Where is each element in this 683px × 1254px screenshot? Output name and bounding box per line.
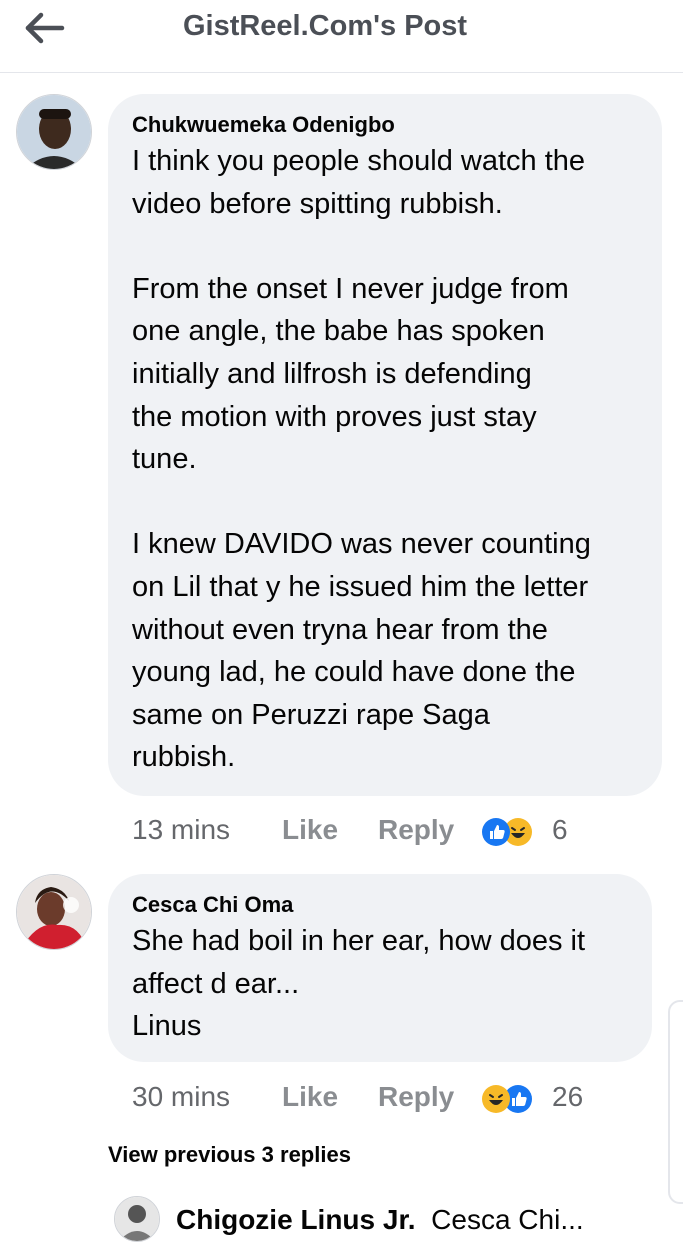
comment-actions: 30 mins Like Reply 26	[132, 1081, 652, 1121]
comment-bubble: Cesca Chi Oma She had boil in her ear, h…	[108, 874, 652, 1062]
comment-text: I think you people should watch the vide…	[132, 145, 591, 774]
like-reaction-icon[interactable]	[482, 818, 510, 846]
like-button[interactable]: Like	[282, 1081, 338, 1113]
comment-timestamp: 13 mins	[132, 814, 231, 845]
reply-author[interactable]: Chigozie Linus Jr.	[176, 1204, 416, 1235]
haha-reaction-icon[interactable]	[482, 1085, 510, 1113]
comment-author[interactable]: Cesca Chi Oma	[132, 892, 652, 918]
post-header: GistReel.Com's Post	[0, 0, 683, 73]
reply-preview[interactable]: Chigozie Linus Jr. Cesca Chi...	[176, 1204, 584, 1236]
comment-timestamp: 30 mins	[132, 1081, 231, 1112]
overlay-card-edge	[668, 1000, 683, 1204]
reaction-count[interactable]: 6	[552, 814, 568, 846]
page-title: GistReel.Com's Post	[182, 10, 468, 42]
avatar[interactable]	[16, 874, 92, 950]
comment-author[interactable]: Chukwuemeka Odenigbo	[132, 112, 662, 138]
comment-bubble: Chukwuemeka Odenigbo I think you people …	[108, 94, 662, 796]
view-previous-replies-link[interactable]: View previous 3 replies	[108, 1142, 351, 1168]
reply-snippet: Cesca Chi...	[431, 1204, 584, 1235]
reaction-count[interactable]: 26	[552, 1081, 583, 1113]
avatar[interactable]	[114, 1196, 160, 1242]
comment-actions: 13 mins Like Reply 6	[132, 814, 652, 854]
reply-button[interactable]: Reply	[378, 814, 454, 846]
avatar[interactable]	[16, 94, 92, 170]
comment-text: She had boil in her ear, how does it aff…	[132, 925, 586, 1043]
like-button[interactable]: Like	[282, 814, 338, 846]
reply-button[interactable]: Reply	[378, 1081, 454, 1113]
